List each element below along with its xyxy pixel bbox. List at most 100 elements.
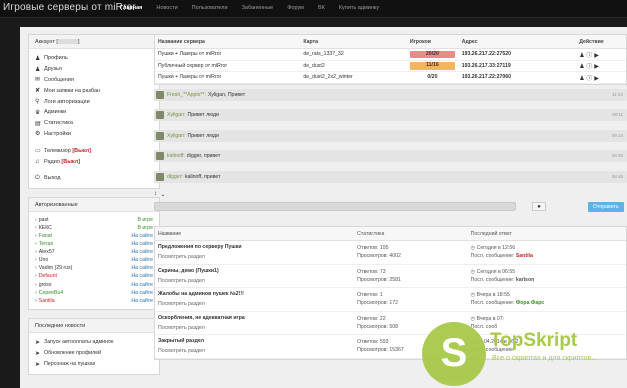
nav-users[interactable]: Пользователи: [192, 5, 228, 11]
online-user-row[interactable]: › past В игре: [35, 216, 153, 224]
server-address[interactable]: 193.26.217.33:27119: [459, 63, 577, 69]
chat-sort-icon[interactable]: ↕: [154, 191, 157, 197]
news-item[interactable]: ➤ Персонаж на пушках: [35, 359, 153, 370]
server-row[interactable]: Пушки + Лазеры от miRror de_dust2_2x2_win…: [155, 72, 626, 84]
online-user-row[interactable]: › Vadim }29 rus{На сайте: [35, 264, 153, 272]
avatar[interactable]: [156, 172, 164, 181]
forum-last-author[interactable]: Фора Фарс: [516, 300, 544, 306]
forum-section-link[interactable]: Посмотреть раздел: [158, 324, 354, 332]
online-user-row[interactable]: › КЕКС В игре: [35, 224, 153, 232]
menu-logout[interactable]: ⏻ Выход: [35, 173, 153, 184]
online-user-row[interactable]: › Alex57 На сайте: [35, 248, 153, 256]
envelope-icon: ✉: [35, 77, 41, 84]
connect-icon[interactable]: ▶: [594, 64, 598, 70]
site-title[interactable]: Игровые серверы от miRror: [3, 2, 136, 13]
menu-unban-requests[interactable]: ✘ Мои заявки на разбан: [35, 85, 153, 96]
chat-send-button[interactable]: Отправить: [588, 201, 624, 212]
server-map: de_rats_1337_32: [303, 51, 344, 58]
authorized-panel: Авторизованные › past В игре › КЕКС В игре › Fa…: [28, 196, 160, 310]
chat-nick[interactable]: Fresh_**Apple**:: [167, 92, 206, 98]
forum-row: Предложения по серверу Пушки Посмотреть р…: [155, 241, 626, 265]
players-icon[interactable]: ♟: [579, 53, 584, 59]
online-user-name: past: [38, 216, 49, 223]
online-user-row[interactable]: › Uno На сайте: [35, 256, 153, 264]
chat-nick[interactable]: digger:: [167, 174, 183, 180]
menu-stats[interactable]: ▤ Статистика: [35, 118, 153, 129]
players-icon[interactable]: ♟: [579, 64, 584, 70]
chat-nick[interactable]: Xyligan:: [167, 112, 185, 118]
online-user-status: На сайте: [131, 281, 153, 288]
online-user-status: В игре: [137, 216, 153, 223]
chat-box: Fresh_**Apple**: Xyligan, Привет 11:04 Xyli…: [154, 88, 627, 213]
username-redacted: [57, 39, 78, 45]
online-user-status: На сайте: [131, 241, 153, 248]
online-user-row[interactable]: › Fanat На сайте: [35, 232, 153, 240]
smiley-button[interactable]: ●: [532, 202, 546, 211]
server-address[interactable]: 193.26.217.22:27060: [459, 74, 577, 80]
forum-section-title[interactable]: Скрины, демо (Пушки1): [158, 267, 354, 275]
connect-icon[interactable]: ▶: [594, 53, 598, 59]
info-icon[interactable]: ⓘ: [586, 53, 592, 59]
forum-section-title[interactable]: Предложения по серверу Пушки: [158, 243, 354, 251]
info-icon[interactable]: ⓘ: [586, 76, 592, 82]
online-user-row[interactable]: › CepeeBu4 На сайте: [35, 289, 153, 297]
forum-section-link[interactable]: Посмотреть раздел: [158, 300, 354, 308]
nav-news[interactable]: Новости: [156, 5, 177, 11]
avatar[interactable]: [156, 152, 164, 160]
chevron-right-icon: ›: [35, 216, 37, 223]
chevron-down-icon[interactable]: ⌄: [160, 191, 165, 198]
chat-message: Xyligan: Привет люди 09:11: [154, 109, 627, 121]
stats-icon: ▤: [35, 120, 41, 127]
online-user-status: На сайте: [131, 273, 153, 280]
connect-icon[interactable]: ▶: [594, 76, 598, 82]
chat-text: Xyligan, Привет: [207, 91, 246, 98]
avatar[interactable]: [156, 131, 164, 140]
avatar[interactable]: [156, 111, 164, 119]
forum-section-link[interactable]: Посмотреть раздел: [158, 347, 354, 355]
players-badge: 0/20: [427, 73, 438, 80]
server-row[interactable]: Пушки + Лазеры от miRror de_rats_1337_32 2…: [155, 49, 626, 61]
chat-nick[interactable]: kalinoff:: [167, 153, 185, 159]
menu-radio[interactable]: ♫ Радио [Выкл]: [35, 156, 153, 167]
forum-last-author[interactable]: Santila: [516, 253, 533, 259]
menu-settings[interactable]: ⚙ Настройки: [35, 129, 153, 140]
forum-last-author[interactable]: karlson: [516, 277, 534, 283]
menu-auth-logs[interactable]: ⚲ Логи авторизации: [35, 96, 153, 107]
chat-nick[interactable]: Xyligan:: [167, 133, 185, 139]
chevron-right-icon: ›: [35, 224, 37, 231]
nav-buy-admin[interactable]: Купить админку: [339, 5, 379, 11]
forum-section-link[interactable]: Посмотреть раздел: [158, 277, 354, 285]
online-user-name: Vadim }29 rus{: [38, 265, 73, 272]
online-user-row[interactable]: › Santila На сайте: [35, 297, 153, 305]
nav-vk[interactable]: ВК: [318, 5, 325, 11]
tv-icon: ▭: [35, 148, 41, 155]
forum-section-title[interactable]: Жалобы на админов пушек №2!!!: [158, 290, 354, 298]
online-user-row[interactable]: › Defaunt На сайте: [35, 272, 153, 280]
online-user-row[interactable]: › Terran На сайте: [35, 240, 153, 248]
nav-home[interactable]: Главная: [120, 5, 142, 11]
chat-time: 08:46: [611, 153, 623, 158]
forum-views: Просмотров: 2581: [357, 276, 401, 283]
menu-admins[interactable]: ♛ Админки: [35, 107, 153, 118]
nav-forum[interactable]: Форум: [287, 5, 304, 11]
forum-section-title[interactable]: Закрытый раздел: [158, 337, 354, 345]
forum-section-title[interactable]: Оскорбления, не адекватная игра: [158, 314, 354, 322]
avatar[interactable]: [156, 90, 164, 99]
online-user-row[interactable]: › gross На сайте: [35, 281, 153, 289]
menu-profile[interactable]: ♟ Профиль: [35, 53, 153, 64]
nav-banned[interactable]: Забаненные: [242, 5, 274, 11]
chat-controls: ↕ ⌄: [154, 189, 627, 199]
news-item[interactable]: ➤ Запуск автооплаты админок: [35, 337, 153, 348]
server-name: Пушки + Лазеры от miRror: [158, 51, 222, 58]
menu-friends[interactable]: ♟ Друзья: [35, 64, 153, 75]
players-icon[interactable]: ♟: [579, 76, 584, 82]
server-row[interactable]: Публичный сервер от miRror de_dust2 11/16 1…: [155, 61, 626, 72]
chat-message-input[interactable]: [154, 202, 516, 211]
chat-text: Привет люди: [187, 132, 219, 139]
info-icon[interactable]: ⓘ: [586, 64, 592, 70]
server-address[interactable]: 193.26.217.22:27520: [459, 51, 577, 57]
news-item[interactable]: ➤ Обновление профилей: [35, 348, 153, 359]
forum-section-link[interactable]: Посмотреть раздел: [158, 253, 354, 261]
menu-tv[interactable]: ▭ Телевизор [Выкл]: [35, 145, 153, 156]
menu-messages[interactable]: ✉ Сообщения: [35, 75, 153, 86]
